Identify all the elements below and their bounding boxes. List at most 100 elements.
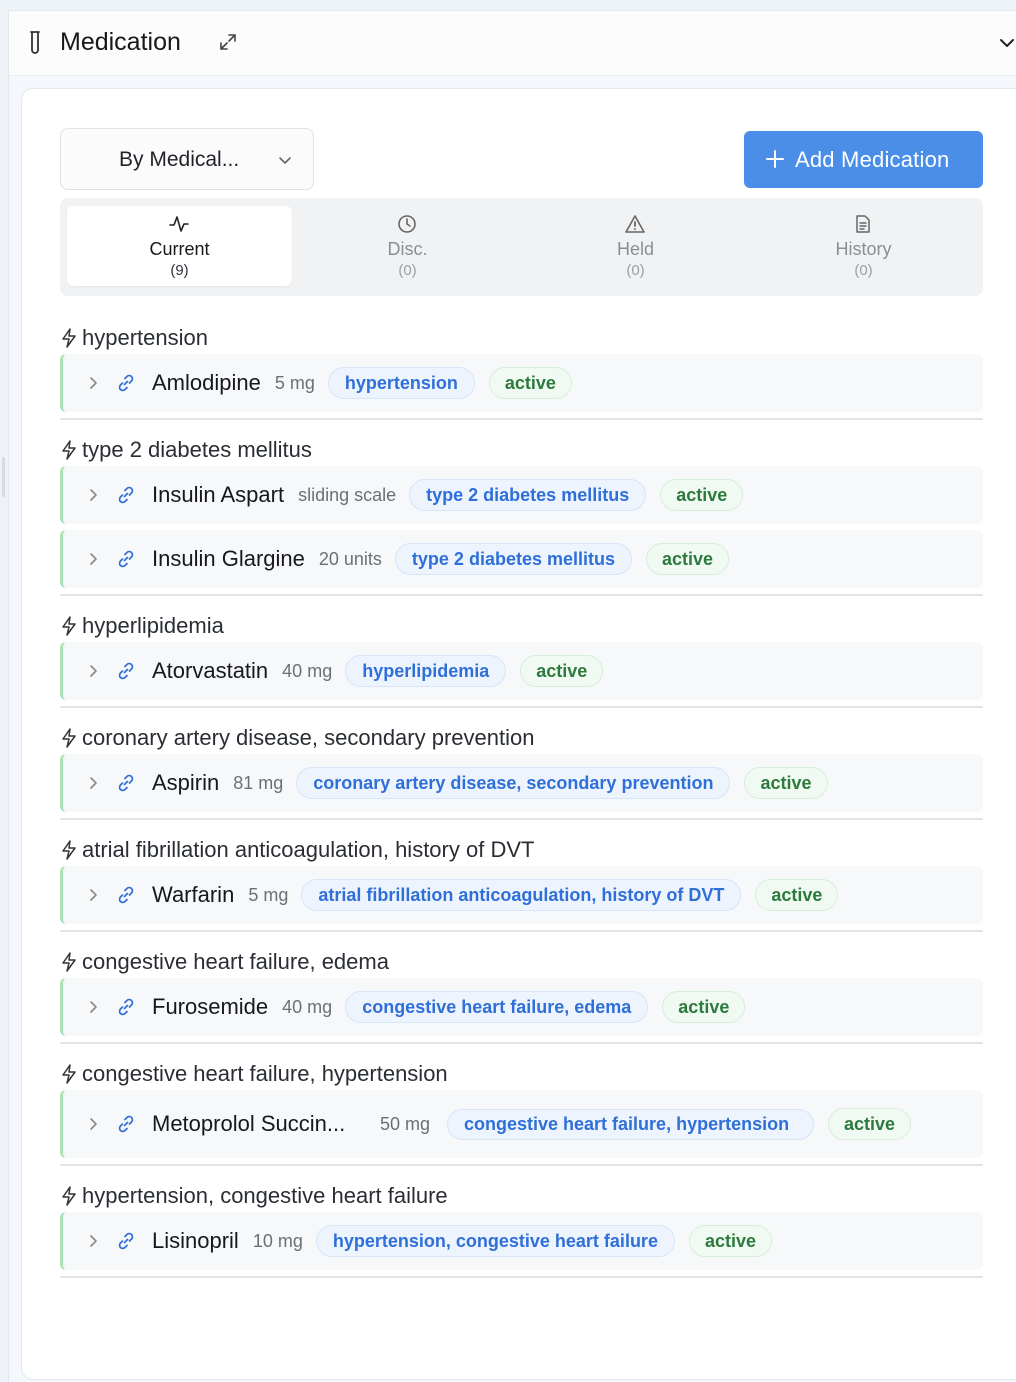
- expand-icon[interactable]: [219, 33, 237, 51]
- tab-current[interactable]: Current (9): [67, 206, 292, 286]
- status-badge: active: [646, 543, 730, 575]
- group-by-select[interactable]: By Medical...: [60, 128, 314, 190]
- condition-group: hyperlipidemia Atorvastatin 40 mg hyperl…: [60, 608, 983, 708]
- group-header: atrial fibrillation anticoagulation, his…: [60, 832, 983, 866]
- lightning-icon: [62, 1186, 76, 1206]
- medication-name: Aspirin: [152, 770, 220, 795]
- chevron-right-icon[interactable]: [86, 552, 100, 566]
- link-icon[interactable]: [116, 1231, 136, 1251]
- lightning-icon: [62, 616, 76, 636]
- medication-dose: sliding scale: [298, 485, 397, 505]
- condition-group: hypertension Amlodipine 5 mg hypertensio…: [60, 320, 983, 420]
- medication-name: Insulin Aspart: [152, 482, 285, 507]
- medication-dose: 40 mg: [282, 661, 333, 681]
- medication-row[interactable]: Furosemide 40 mg congestive heart failur…: [60, 978, 983, 1036]
- medication-row[interactable]: Amlodipine 5 mg hypertension active: [60, 354, 983, 412]
- group-header: hyperlipidemia: [60, 608, 983, 642]
- status-badge: active: [744, 767, 828, 799]
- medication-name: Furosemide: [152, 994, 269, 1019]
- medication-dose: 5 mg: [248, 885, 289, 905]
- status-badge: active: [660, 479, 744, 511]
- lightning-icon: [62, 840, 76, 860]
- condition-group: coronary artery disease, secondary preve…: [60, 720, 983, 820]
- medication-dose: 50 mg: [380, 1113, 431, 1134]
- indication-badge: coronary artery disease, secondary preve…: [296, 767, 731, 799]
- status-tabs: Current (9) Disc. (0) Held (0) History (…: [60, 198, 983, 296]
- link-icon[interactable]: [116, 373, 136, 393]
- group-condition: coronary artery disease, secondary preve…: [82, 725, 535, 750]
- status-badge: active: [688, 1225, 772, 1257]
- medication-row[interactable]: Insulin Aspart sliding scale type 2 diab…: [60, 466, 983, 524]
- status-badge: active: [488, 367, 572, 399]
- top-strip: [0, 0, 1016, 11]
- chevron-right-icon[interactable]: [86, 776, 100, 790]
- lightning-icon: [62, 328, 76, 348]
- link-icon[interactable]: [116, 549, 136, 569]
- chevron-right-icon[interactable]: [86, 488, 100, 502]
- chevron-down-icon: [279, 157, 291, 164]
- medication-name: Metoprolol Succin...: [152, 1111, 346, 1136]
- indication-badge: hypertension, congestive heart failure: [315, 1225, 675, 1257]
- tab-held[interactable]: Held (0): [523, 206, 748, 286]
- medication-name: Insulin Glargine: [152, 546, 305, 571]
- document-icon: [856, 215, 870, 233]
- plus-icon: [766, 150, 784, 168]
- tab-history[interactable]: History (0): [751, 206, 976, 286]
- indication-badge: hyperlipidemia: [345, 655, 507, 687]
- link-icon[interactable]: [116, 661, 136, 681]
- add-medication-button[interactable]: Add Medication: [744, 131, 983, 188]
- medication-row[interactable]: Atorvastatin 40 mg hyperlipidemia active: [60, 642, 983, 700]
- tab-label: Disc.: [387, 239, 428, 259]
- link-icon[interactable]: [116, 773, 136, 793]
- tab-count: (0): [398, 262, 417, 279]
- link-icon[interactable]: [116, 1114, 136, 1134]
- lightning-icon: [62, 440, 76, 460]
- chevron-right-icon[interactable]: [86, 1000, 100, 1014]
- link-icon[interactable]: [116, 997, 136, 1017]
- group-condition: hypertension, congestive heart failure: [82, 1183, 448, 1208]
- medication-section-header[interactable]: Medication: [9, 11, 1016, 76]
- medication-row[interactable]: Metoprolol Succin... 50 mg congestive he…: [60, 1090, 983, 1158]
- medication-row[interactable]: Insulin Glargine 20 units type 2 diabete…: [60, 530, 983, 588]
- tab-count: (0): [854, 262, 873, 279]
- group-condition: congestive heart failure, edema: [82, 949, 389, 974]
- tab-discontinued[interactable]: Disc. (0): [295, 206, 520, 286]
- condition-group: congestive heart failure, edema Furosemi…: [60, 944, 983, 1044]
- medication-dose: 10 mg: [252, 1231, 303, 1251]
- group-header: type 2 diabetes mellitus: [60, 432, 983, 466]
- lightning-icon: [62, 728, 76, 748]
- status-badge: active: [662, 991, 746, 1023]
- group-by-selected-value: By Medical...: [119, 148, 240, 171]
- tab-label: Held: [616, 239, 655, 259]
- condition-group: congestive heart failure, hypertension M…: [60, 1056, 983, 1166]
- chevron-right-icon[interactable]: [86, 376, 100, 390]
- link-icon[interactable]: [116, 885, 136, 905]
- medication-dose: 81 mg: [233, 773, 284, 793]
- indication-badge: hypertension: [327, 367, 475, 399]
- resize-handle[interactable]: [2, 457, 5, 497]
- section-title: Medication: [60, 28, 181, 56]
- medication-row[interactable]: Lisinopril 10 mg hypertension, congestiv…: [60, 1212, 983, 1270]
- group-condition: type 2 diabetes mellitus: [82, 437, 312, 462]
- link-icon[interactable]: [116, 485, 136, 505]
- medication-dose: 5 mg: [274, 373, 315, 393]
- add-medication-label: Add Medication: [795, 147, 950, 172]
- medication-name: Amlodipine: [152, 370, 261, 395]
- condition-group: atrial fibrillation anticoagulation, his…: [60, 832, 983, 932]
- medication-groups: hypertension Amlodipine 5 mg hypertensio…: [60, 320, 983, 1290]
- chevron-right-icon[interactable]: [86, 888, 100, 902]
- clock-icon: [398, 215, 416, 233]
- medication-row[interactable]: Aspirin 81 mg coronary artery disease, s…: [60, 754, 983, 812]
- activity-icon: [169, 216, 189, 232]
- chevron-right-icon[interactable]: [86, 664, 100, 678]
- medication-dose: 20 units: [318, 549, 382, 569]
- chevron-right-icon[interactable]: [86, 1117, 100, 1131]
- chevron-down-icon[interactable]: [999, 35, 1015, 51]
- test-tube-icon: [30, 31, 40, 54]
- indication-badge: congestive heart failure, hypertension: [447, 1108, 814, 1140]
- group-condition: atrial fibrillation anticoagulation, his…: [82, 837, 535, 862]
- medication-row[interactable]: Warfarin 5 mg atrial fibrillation antico…: [60, 866, 983, 924]
- tab-label: Current: [149, 239, 210, 259]
- tab-label: History: [835, 239, 892, 259]
- chevron-right-icon[interactable]: [86, 1234, 100, 1248]
